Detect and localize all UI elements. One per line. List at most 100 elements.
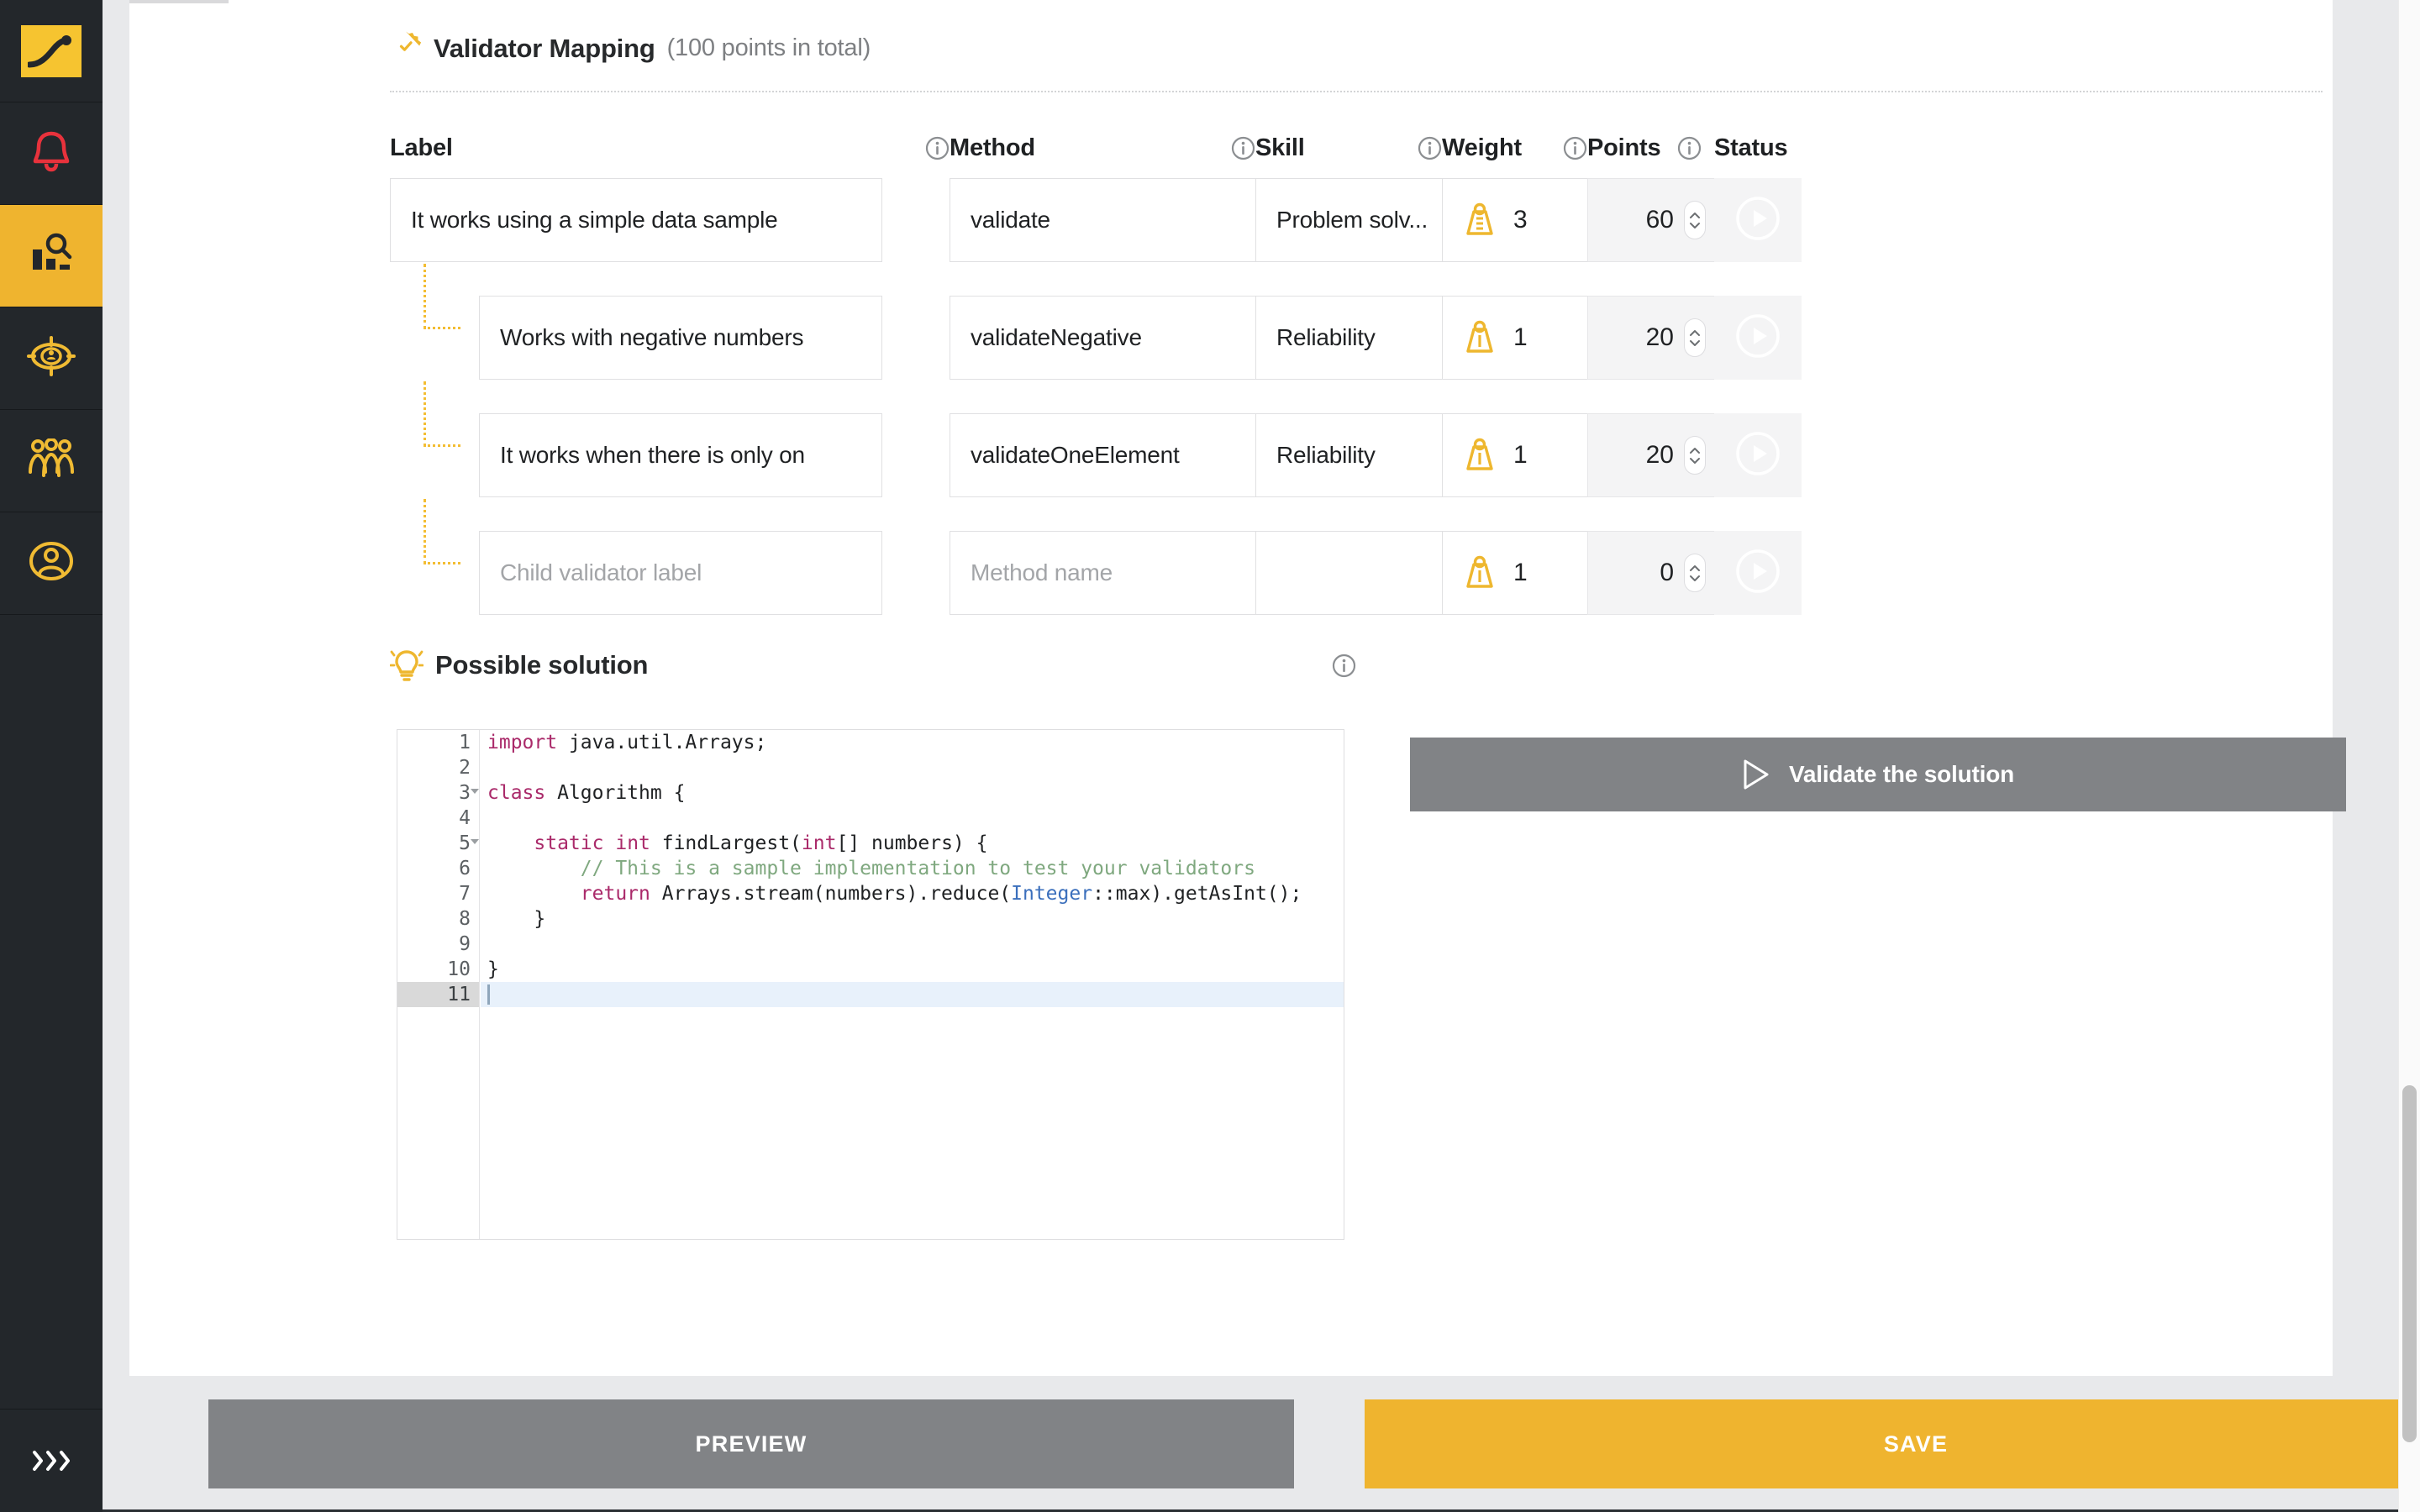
info-icon[interactable]	[1231, 136, 1255, 160]
weight-icon	[1461, 319, 1498, 356]
fold-arrow-icon[interactable]	[471, 789, 479, 794]
weight-icon	[1461, 437, 1498, 474]
play-circle-icon	[1735, 196, 1781, 245]
validate-solution-label: Validate the solution	[1788, 761, 2015, 787]
column-label-text: Points	[1587, 134, 1661, 161]
info-icon[interactable]	[925, 136, 950, 160]
weight-icon	[1461, 202, 1498, 239]
preview-button[interactable]: PREVIEW	[208, 1399, 1294, 1488]
table-row: Works with negative numbers validateNega…	[390, 264, 2323, 413]
column-header-skill: Skill	[1255, 134, 1442, 162]
tree-connector	[424, 264, 460, 329]
column-header-status: Status	[1714, 134, 1849, 162]
target-person-icon	[27, 335, 76, 381]
column-label-text: Label	[390, 134, 453, 161]
chart-search-icon	[29, 233, 74, 279]
info-icon[interactable]	[1418, 136, 1442, 160]
run-validator-button[interactable]	[1714, 296, 1802, 380]
points-input[interactable]: 60	[1587, 178, 1717, 262]
sidebar-item-account[interactable]	[0, 512, 103, 615]
points-stepper[interactable]	[1684, 318, 1706, 357]
run-validator-button[interactable]	[1714, 178, 1802, 262]
code-editor[interactable]: 1 2 3 4 5 6 7 8 9 10 11 import java.util…	[397, 729, 1344, 1240]
weight-icon	[1461, 554, 1498, 591]
save-button[interactable]: SAVE	[1365, 1399, 2420, 1488]
points-input[interactable]: 0	[1587, 531, 1717, 615]
code-line: import java.util.Arrays;	[487, 732, 767, 753]
page-title: Validator Mapping	[434, 33, 655, 63]
line-number: 3	[397, 780, 479, 806]
chevrons-right-icon	[32, 1450, 71, 1472]
bell-icon	[29, 129, 73, 178]
line-number: 9	[459, 933, 471, 955]
column-label-text: Weight	[1442, 134, 1522, 161]
sidebar-expand-button[interactable]	[0, 1410, 103, 1512]
tree-connector	[424, 381, 460, 447]
code-line-active[interactable]	[481, 982, 1344, 1007]
line-number: 4	[459, 807, 471, 829]
people-group-icon	[27, 438, 76, 483]
validator-label-input[interactable]: Works with negative numbers	[479, 296, 882, 380]
editor-code-area[interactable]: import java.util.Arrays; class Algorithm…	[481, 730, 1344, 1239]
column-header-weight: Weight	[1442, 134, 1587, 162]
weight-value: 1	[1513, 559, 1528, 586]
run-validator-button[interactable]	[1714, 531, 1802, 615]
possible-solution-header: Possible solution	[389, 647, 1356, 684]
fold-arrow-icon[interactable]	[471, 839, 479, 844]
page-scrollbar-thumb[interactable]	[2402, 1085, 2417, 1442]
table-header-row: Label Method Skill Weight Points Status	[390, 118, 2323, 178]
code-line: }	[487, 908, 546, 930]
points-input[interactable]: 20	[1587, 296, 1717, 380]
column-header-label: Label	[390, 134, 950, 162]
info-icon[interactable]	[1563, 136, 1587, 160]
validator-mapping-header: Validator Mapping (100 points in total)	[390, 30, 871, 66]
column-label-text: Status	[1714, 134, 1788, 161]
line-number: 8	[459, 908, 471, 930]
header-divider	[390, 91, 2323, 92]
tree-connector	[424, 499, 460, 564]
points-value: 20	[1645, 323, 1674, 351]
validator-label-input[interactable]: It works using a simple data sample	[390, 178, 882, 262]
validator-label-input[interactable]: Child validator label	[479, 531, 882, 615]
line-number-active: 11	[397, 982, 479, 1007]
section-above-tab	[129, 0, 229, 3]
code-line: }	[487, 958, 499, 980]
play-circle-icon	[1735, 549, 1781, 598]
info-icon[interactable]	[1332, 654, 1356, 678]
weight-value: 1	[1513, 441, 1528, 469]
code-line: static int findLargest(int[] numbers) {	[534, 832, 988, 854]
sidebar-item-targets[interactable]	[0, 307, 103, 410]
points-stepper[interactable]	[1684, 201, 1706, 239]
footer-action-bar: PREVIEW SAVE	[103, 1376, 2420, 1512]
possible-solution-title: Possible solution	[435, 650, 649, 680]
editor-gutter: 1 2 3 4 5 6 7 8 9 10 11	[397, 730, 480, 1239]
sidebar-item-teams[interactable]	[0, 410, 103, 512]
sidebar-item-assessments[interactable]	[0, 205, 103, 307]
points-input[interactable]: 20	[1587, 413, 1717, 497]
points-stepper[interactable]	[1684, 554, 1706, 592]
points-total-subtitle: (100 points in total)	[666, 34, 871, 61]
points-stepper[interactable]	[1684, 436, 1706, 475]
page-scrollbar[interactable]	[2398, 0, 2420, 1512]
table-row: It works when there is only on validateO…	[390, 381, 2323, 531]
weight-value: 1	[1513, 323, 1528, 351]
column-header-method: Method	[950, 134, 1255, 162]
sidebar-spacer	[0, 615, 103, 1410]
points-value: 0	[1660, 559, 1674, 586]
info-icon[interactable]	[1677, 136, 1702, 160]
run-validator-button[interactable]	[1714, 413, 1802, 497]
sidebar-item-notifications[interactable]	[0, 102, 103, 205]
sidebar-item-logo[interactable]	[0, 0, 103, 102]
lightbulb-icon	[389, 647, 424, 684]
validator-label-input[interactable]: It works when there is only on	[479, 413, 882, 497]
play-triangle-icon	[1742, 759, 1770, 790]
main-region: Validator Mapping (100 points in total) …	[103, 0, 2420, 1512]
points-value: 20	[1645, 441, 1674, 469]
line-number: 2	[459, 757, 471, 779]
content-card: Validator Mapping (100 points in total) …	[129, 0, 2346, 1376]
line-number: 1	[459, 732, 471, 753]
column-label-text: Method	[950, 134, 1035, 161]
validate-solution-button[interactable]: Validate the solution	[1410, 738, 2346, 811]
